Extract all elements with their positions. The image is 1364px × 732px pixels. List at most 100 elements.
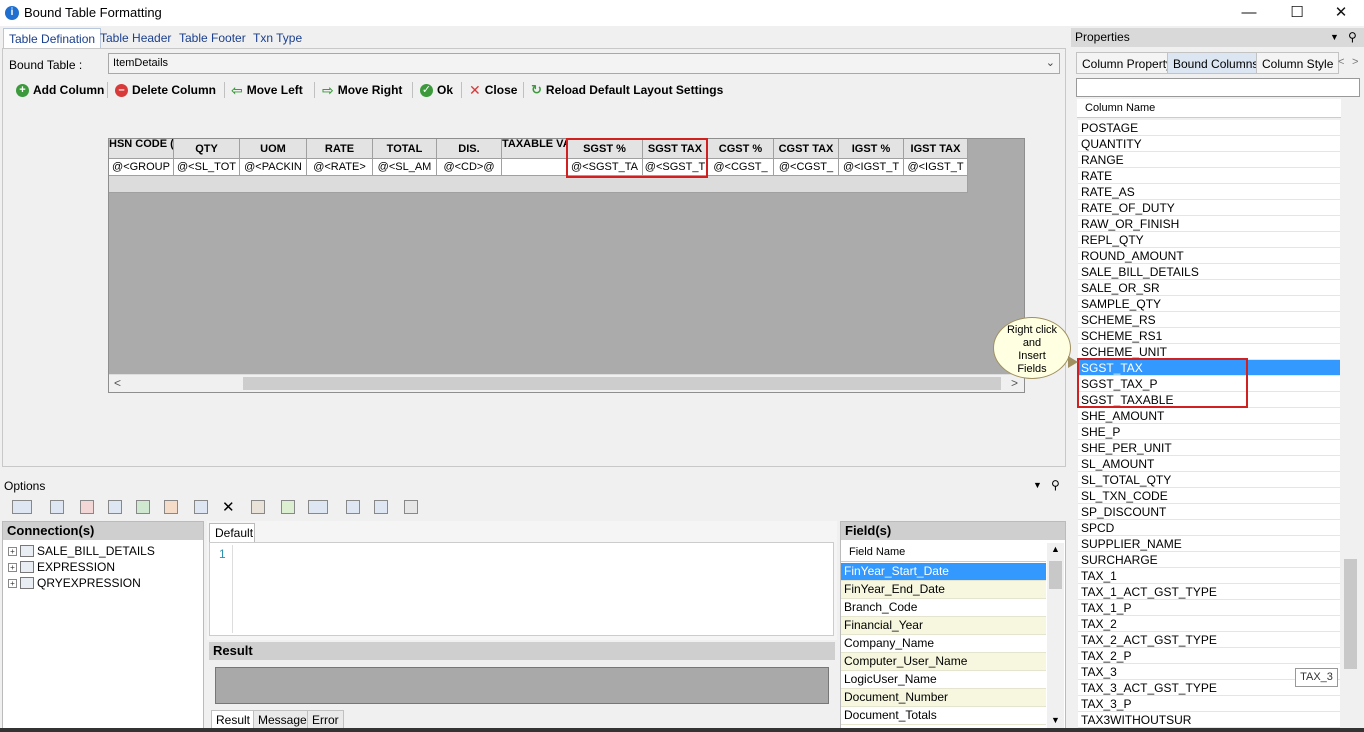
bound-column-item[interactable]: TAX_2_P (1078, 648, 1340, 664)
bound-column-item[interactable]: SALE_OR_SR (1078, 280, 1340, 296)
column-header[interactable]: SGST % (567, 139, 643, 159)
scroll-up-icon[interactable]: ▲ (1051, 544, 1060, 554)
pin-icon[interactable]: ⚲ (1051, 478, 1060, 492)
field-row[interactable]: Computer_User_Name (841, 653, 1046, 671)
delete-column-button[interactable]: – Delete Column (115, 82, 216, 98)
tab-bound-columns[interactable]: Bound Columns (1167, 52, 1265, 74)
tab-result[interactable]: Result (211, 710, 256, 729)
maximize-icon[interactable]: ☐ (1274, 0, 1320, 26)
new-row[interactable] (109, 176, 968, 193)
minimize-icon[interactable]: — (1226, 0, 1272, 26)
list-icon[interactable] (12, 500, 32, 514)
field-row[interactable]: Document_Totals (841, 707, 1046, 725)
bound-column-item[interactable]: TAX_2_ACT_GST_TYPE (1078, 632, 1340, 648)
grid-cell[interactable]: @<SGST_T (643, 159, 708, 176)
bound-column-item[interactable]: RANGE (1078, 152, 1340, 168)
column-header[interactable]: CGST TAX (774, 139, 839, 159)
move-left-button[interactable]: ⇦ Move Left (231, 82, 303, 98)
tab-column-property[interactable]: Column Property (1076, 52, 1179, 74)
tab-message[interactable]: Message (253, 710, 312, 729)
tab-error[interactable]: Error (307, 710, 344, 729)
grid-cell[interactable]: @<SGST_TA (567, 159, 643, 176)
columns-vertical-scrollbar[interactable] (1342, 99, 1359, 730)
expand-icon[interactable]: + (8, 546, 17, 556)
grid-cell[interactable]: @<SL_TOT (174, 159, 240, 176)
bound-column-item[interactable]: TAX_1_ACT_GST_TYPE (1078, 584, 1340, 600)
clear-icon[interactable] (251, 500, 265, 514)
field-row[interactable]: Financial_Year (841, 617, 1046, 635)
move-right-button[interactable]: ⇨ Move Right (322, 82, 402, 98)
scroll-thumb[interactable] (243, 377, 1001, 390)
table-icon[interactable] (374, 500, 388, 514)
bound-column-item[interactable]: ROUND_AMOUNT (1078, 248, 1340, 264)
close-button[interactable]: ✕ Close (469, 82, 517, 98)
delete-file-icon[interactable] (80, 500, 94, 514)
scroll-thumb[interactable] (1049, 561, 1062, 589)
bound-column-item[interactable]: RATE (1078, 168, 1340, 184)
field-row[interactable]: Document_Number (841, 689, 1046, 707)
expand-icon[interactable]: + (8, 578, 17, 588)
bound-column-item[interactable]: POSTAGE (1078, 120, 1340, 136)
bound-column-item[interactable]: SUPPLIER_NAME (1078, 536, 1340, 552)
field-row[interactable]: Company_Name (841, 635, 1046, 653)
scroll-down-icon[interactable]: ▼ (1051, 715, 1060, 725)
tab-table-footer[interactable]: Table Footer (174, 28, 251, 48)
scroll-thumb[interactable] (1344, 559, 1357, 669)
ok-button[interactable]: ✓ Ok (420, 82, 453, 98)
tab-scroll-left-icon[interactable]: < (1338, 56, 1344, 68)
save-icon[interactable] (136, 500, 150, 514)
bound-column-item[interactable]: SCHEME_RS (1078, 312, 1340, 328)
grid-cell[interactable]: @<RATE> (307, 159, 373, 176)
reload-layout-button[interactable]: ↻ Reload Default Layout Settings (531, 82, 723, 98)
bound-column-item[interactable]: RATE_OF_DUTY (1078, 200, 1340, 216)
tree-node-expression[interactable]: + EXPRESSION (8, 559, 115, 575)
grid-cell[interactable]: @<CD>@ (437, 159, 502, 176)
bound-column-item[interactable]: SCHEME_UNIT (1078, 344, 1340, 360)
pin-icon[interactable]: ⚲ (1348, 30, 1357, 44)
tab-txn-type[interactable]: Txn Type (248, 28, 307, 48)
bound-column-item[interactable]: TAX_3_P (1078, 696, 1340, 712)
bound-column-item[interactable]: SHE_P (1078, 424, 1340, 440)
bound-column-item[interactable]: TAX_2 (1078, 616, 1340, 632)
column-header[interactable]: IGST % (839, 139, 904, 159)
bound-column-item[interactable]: TAX3WITHOUTSUR (1078, 712, 1340, 728)
column-header[interactable]: TAXABLE VAL (502, 139, 567, 159)
format-icon[interactable] (281, 500, 295, 514)
bound-column-item[interactable]: SL_AMOUNT (1078, 456, 1340, 472)
bound-column-item[interactable]: SGST_TAX_P (1078, 376, 1340, 392)
bound-column-item[interactable]: SURCHARGE (1078, 552, 1340, 568)
field-name-header[interactable]: Field Name (841, 543, 1046, 562)
bound-column-item[interactable]: RAW_OR_FINISH (1078, 216, 1340, 232)
expand-icon[interactable]: + (8, 562, 17, 572)
grid-cell[interactable]: @<CGST_ (708, 159, 774, 176)
chevron-down-icon[interactable]: ▼ (1330, 32, 1339, 42)
grid-cell[interactable]: @<SL_AM (373, 159, 437, 176)
magic-icon[interactable] (164, 500, 178, 514)
grid-cell[interactable]: @<CGST_ (774, 159, 839, 176)
book-icon[interactable] (308, 500, 328, 514)
scroll-right-icon[interactable]: > (1011, 376, 1018, 390)
bound-column-item[interactable]: SHE_AMOUNT (1078, 408, 1340, 424)
edit-icon[interactable] (108, 500, 122, 514)
expression-editor[interactable] (209, 542, 834, 636)
field-row[interactable]: FinYear_End_Date (841, 581, 1046, 599)
bound-column-item[interactable]: SALE_BILL_DETAILS (1078, 264, 1340, 280)
bound-table-grid[interactable]: HSN CODE (GS QTY UOM RATE TOTAL DIS. TAX… (108, 138, 1025, 393)
document-icon[interactable] (346, 500, 360, 514)
tab-scroll-right-icon[interactable]: > (1352, 56, 1358, 68)
bound-column-item[interactable]: QUANTITY (1078, 136, 1340, 152)
run-icon[interactable] (194, 500, 208, 514)
close-icon[interactable]: ✕ (222, 498, 235, 516)
bound-column-item[interactable]: SP_DISCOUNT (1078, 504, 1340, 520)
bound-column-item[interactable]: SPCD (1078, 520, 1340, 536)
close-window-icon[interactable]: ✕ (1318, 0, 1364, 26)
bound-column-item[interactable]: SAMPLE_QTY (1078, 296, 1340, 312)
bound-column-item[interactable]: TAX_1 (1078, 568, 1340, 584)
copy-icon[interactable] (404, 500, 418, 514)
grid-cell[interactable]: @<IGST_T (839, 159, 904, 176)
column-header[interactable]: SGST TAX (643, 139, 708, 159)
column-header[interactable]: QTY (174, 139, 240, 159)
bound-column-item[interactable]: SGST_TAXABLE (1078, 392, 1340, 408)
column-header[interactable]: DIS. (437, 139, 502, 159)
tab-default[interactable]: Default (209, 523, 255, 542)
